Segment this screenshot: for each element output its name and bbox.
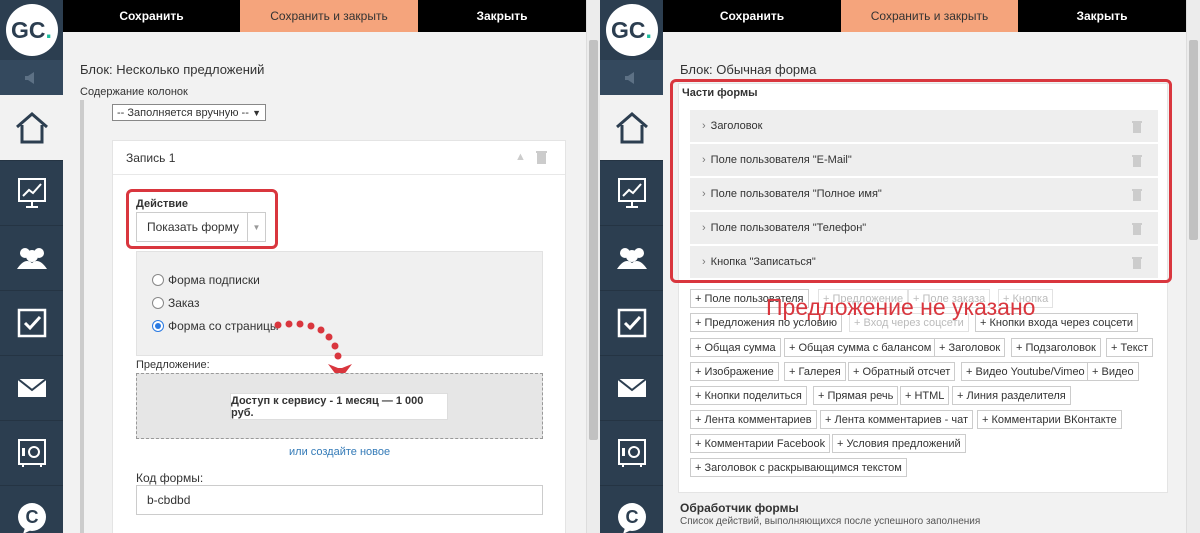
add-tag[interactable]: + Линия разделителя: [952, 386, 1071, 405]
add-tag[interactable]: + Кнопки поделиться: [690, 386, 807, 405]
add-tag[interactable]: + Галерея: [784, 362, 846, 381]
radio-subscribe-form[interactable]: Форма подписки: [152, 273, 260, 287]
add-tag[interactable]: + Изображение: [690, 362, 779, 381]
record-header: [113, 141, 565, 175]
highlight-box-form-parts: [670, 79, 1172, 283]
chat-c-icon[interactable]: C: [0, 485, 63, 533]
record-title: Запись 1: [126, 151, 176, 165]
radio-order[interactable]: Заказ: [152, 296, 199, 310]
block-title: Блок: Обычная форма: [680, 62, 817, 77]
add-tag[interactable]: + Лента комментариев: [690, 410, 817, 429]
left-screenshot-panel: GC. C Сохранить Сохранить и закрыть Закр…: [0, 0, 600, 533]
handler-title: Обработчик формы: [680, 501, 799, 515]
form-code-input[interactable]: b-cbdbd: [136, 485, 543, 515]
add-tag[interactable]: + Видео: [1087, 362, 1139, 381]
megaphone-icon[interactable]: [0, 60, 63, 95]
logo[interactable]: GC.: [0, 0, 63, 60]
add-tag[interactable]: + Видео Youtube/Vimeo: [961, 362, 1090, 381]
add-tag[interactable]: + Обратный отсчет: [848, 362, 956, 381]
indent-line: [80, 100, 84, 533]
add-tag[interactable]: + Комментарии ВКонтакте: [977, 410, 1122, 429]
highlight-box-action: [126, 189, 278, 249]
radio-label: Форма подписки: [168, 273, 260, 287]
add-tag[interactable]: + Текст: [1106, 338, 1154, 357]
radio-circle-selected[interactable]: [152, 320, 164, 332]
trash-icon[interactable]: [536, 150, 547, 169]
columns-select[interactable]: -- Заполняется вручную -- ▼: [112, 104, 266, 121]
logo[interactable]: GC.: [600, 0, 663, 60]
scrollbar[interactable]: [1186, 0, 1200, 533]
toolbar: Сохранить Сохранить и закрыть Закрыть: [663, 0, 1186, 32]
users-icon[interactable]: [600, 225, 663, 290]
stats-chart-icon[interactable]: [600, 160, 663, 225]
mail-icon[interactable]: [600, 355, 663, 420]
tasks-checkbox-icon[interactable]: [0, 290, 63, 355]
add-tag[interactable]: + Лента комментариев - чат: [820, 410, 974, 429]
offer-item[interactable]: Доступ к сервису - 1 месяц — 1 000 руб.: [230, 393, 448, 420]
block-title: Блок: Несколько предложений: [80, 62, 265, 77]
add-tag[interactable]: + Заголовок с раскрывающимся текстом: [690, 458, 907, 477]
radio-circle[interactable]: [152, 274, 164, 286]
save-and-close-button[interactable]: Сохранить и закрыть: [841, 0, 1018, 32]
toolbar: Сохранить Сохранить и закрыть Закрыть: [63, 0, 586, 32]
save-button[interactable]: Сохранить: [63, 0, 240, 32]
add-tag[interactable]: + Прямая речь: [813, 386, 899, 405]
collapse-chevron-up-icon[interactable]: ▲: [515, 151, 526, 163]
add-tag[interactable]: + Общая сумма с балансом: [784, 338, 937, 357]
radio-circle[interactable]: [152, 297, 164, 309]
home-icon[interactable]: [0, 95, 63, 160]
close-button[interactable]: Закрыть: [1018, 0, 1186, 32]
sidebar: GC. C: [0, 0, 63, 533]
create-new-link[interactable]: или создайте новое: [289, 446, 390, 458]
chevron-down-icon: ▼: [252, 107, 261, 118]
mail-icon[interactable]: [0, 355, 63, 420]
add-tag[interactable]: + Комментарии Facebook: [690, 434, 831, 453]
close-button[interactable]: Закрыть: [418, 0, 586, 32]
svg-text:C: C: [625, 507, 638, 527]
form-code-label: Код формы:: [136, 471, 204, 485]
add-tag[interactable]: + HTML: [900, 386, 950, 405]
radio-page-form[interactable]: Форма со страницы: [152, 319, 279, 333]
sidebar: GC. C: [600, 0, 663, 533]
add-tag[interactable]: + Заголовок: [934, 338, 1006, 357]
save-button[interactable]: Сохранить: [663, 0, 841, 32]
radio-label: Форма со страницы: [168, 319, 279, 333]
add-tag[interactable]: + Условия предложений: [832, 434, 966, 453]
safe-icon[interactable]: [600, 420, 663, 485]
offer-label: Предложение:: [136, 359, 210, 371]
handler-subtitle: Список действий, выполняющихся после усп…: [680, 516, 981, 527]
safe-icon[interactable]: [0, 420, 63, 485]
chat-c-icon[interactable]: C: [600, 485, 663, 533]
logo-mark: GC.: [5, 4, 58, 56]
megaphone-icon[interactable]: [600, 60, 663, 95]
annotation-note: Предложение не указано: [766, 294, 1036, 320]
add-tag[interactable]: + Общая сумма: [690, 338, 781, 357]
home-icon[interactable]: [600, 95, 663, 160]
users-icon[interactable]: [0, 225, 63, 290]
radio-label: Заказ: [168, 296, 200, 310]
svg-text:C: C: [25, 507, 38, 527]
scrollbar[interactable]: [586, 0, 600, 533]
columns-select-value: -- Заполняется вручную --: [117, 106, 249, 119]
save-and-close-button[interactable]: Сохранить и закрыть: [240, 0, 418, 32]
columns-label: Содержание колонок: [80, 86, 188, 98]
tasks-checkbox-icon[interactable]: [600, 290, 663, 355]
stats-chart-icon[interactable]: [0, 160, 63, 225]
add-tag[interactable]: + Подзаголовок: [1011, 338, 1101, 357]
logo-mark: GC.: [605, 4, 658, 56]
